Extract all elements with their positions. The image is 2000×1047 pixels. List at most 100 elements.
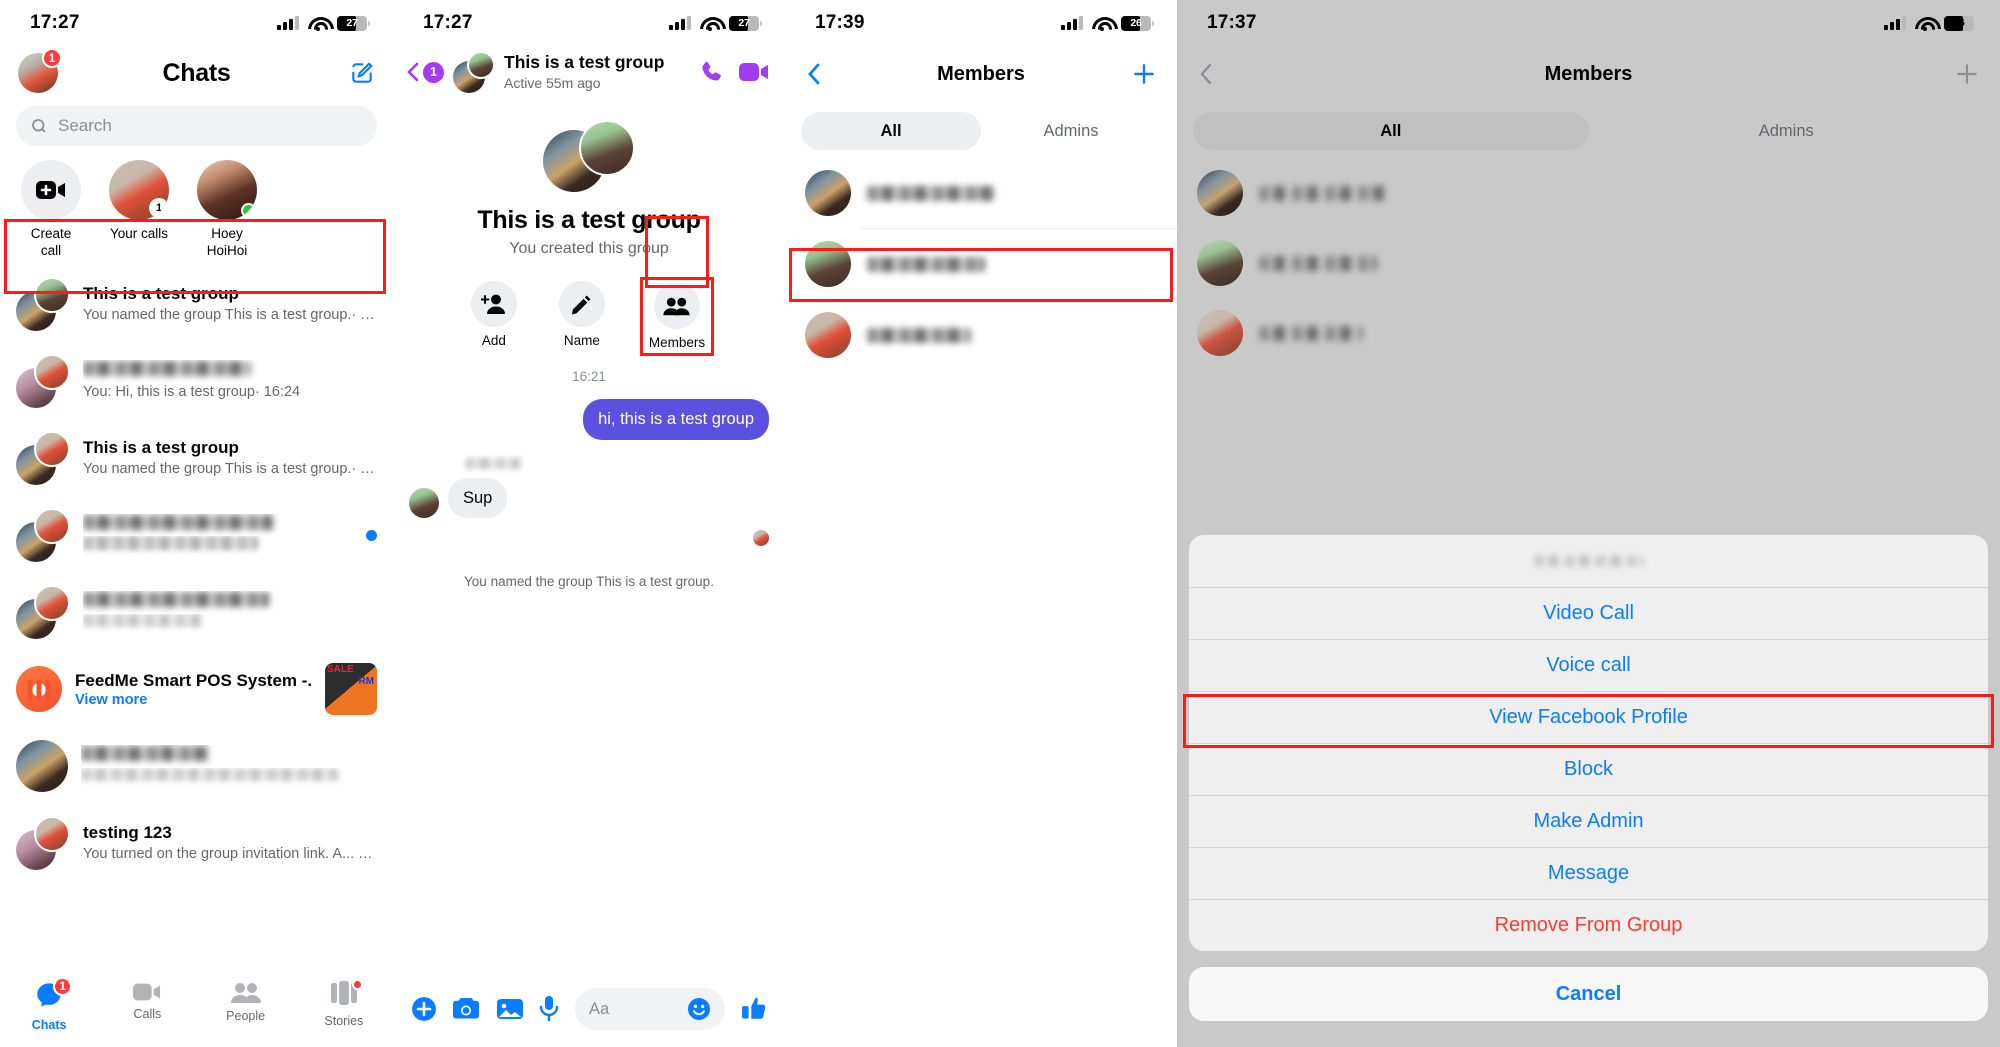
search-placeholder: Search (58, 116, 112, 135)
contact-call-button[interactable]: Hoey HoiHoi (194, 160, 260, 260)
cancel-button[interactable]: Cancel (1189, 967, 1988, 1021)
plus-icon[interactable] (411, 996, 437, 1022)
action-sheet-title-redacted (1189, 535, 1988, 587)
pencil-icon (558, 281, 605, 327)
cellular-signal-icon (1061, 16, 1083, 30)
tab-label: Calls (133, 1007, 162, 1021)
status-time: 17:37 (1207, 12, 1257, 33)
video-camera-icon[interactable] (739, 61, 769, 83)
search-input[interactable]: Search (16, 106, 377, 146)
group-avatar (16, 585, 70, 640)
tab-stories[interactable]: Stories (295, 979, 393, 1028)
sponsored-list-item[interactable]: FeedMe Smart POS System -... Ad View mor… (0, 651, 393, 728)
camera-icon[interactable] (453, 997, 481, 1021)
member-row[interactable] (785, 229, 1177, 299)
unread-indicator (366, 529, 377, 541)
member-row[interactable] (1177, 158, 2000, 228)
list-item[interactable] (0, 497, 393, 574)
group-avatar[interactable] (453, 51, 495, 93)
microphone-icon[interactable] (539, 996, 559, 1022)
action-make-admin[interactable]: Make Admin (1189, 795, 1988, 847)
wifi-icon (1092, 16, 1112, 31)
panel-thread: 17:27 27 1 This is a test group Active 5… (393, 0, 785, 1047)
action-message[interactable]: Message (1189, 847, 1988, 899)
add-member-button[interactable]: Add (464, 277, 524, 356)
status-time: 17:39 (815, 12, 865, 33)
members-button[interactable]: Members (639, 277, 715, 356)
battery-icon: 26 (1121, 15, 1154, 31)
add-person-icon (470, 281, 517, 327)
search-icon (32, 119, 46, 133)
message-bubble[interactable]: hi, this is a test group (583, 399, 769, 440)
list-item[interactable]: You: Hi, this is a test group· 16:24 (0, 343, 393, 420)
tab-admins[interactable]: Admins (1589, 112, 1985, 150)
avatar (409, 488, 439, 519)
sender-name-redacted (393, 456, 785, 474)
tab-all[interactable]: All (801, 112, 981, 150)
seen-receipt (393, 530, 785, 547)
thread-preview: You named the group This is a test group… (83, 306, 377, 323)
action-voice-call[interactable]: Voice call (1189, 639, 1988, 691)
message-row-incoming: Sup (393, 477, 785, 519)
status-bar-action-sheet: 17:37 26 (1177, 0, 2000, 46)
chevron-left-icon (407, 62, 419, 82)
create-call-button[interactable]: Create call (18, 160, 84, 260)
action-remove-from-group[interactable]: Remove From Group (1189, 899, 1988, 951)
view-more-link[interactable]: View more (75, 692, 312, 708)
member-name-redacted (867, 256, 985, 272)
group-avatar (16, 354, 70, 409)
list-item[interactable]: This is a test group You named the group… (0, 420, 393, 497)
photo-icon[interactable] (497, 997, 523, 1021)
group-avatar-large[interactable] (543, 120, 635, 192)
people-icon (230, 983, 261, 1003)
avatar (34, 431, 70, 468)
action-view-facebook-profile[interactable]: View Facebook Profile (1189, 691, 1988, 743)
member-row[interactable] (785, 300, 1177, 370)
emoji-smiley-icon[interactable] (687, 997, 711, 1021)
message-bubble[interactable]: Sup (448, 477, 508, 519)
action-label: Add (481, 333, 506, 348)
stories-dot-badge (351, 979, 363, 990)
action-block[interactable]: Block (1189, 743, 1988, 795)
pencil-glyph (572, 294, 591, 314)
list-item[interactable]: testing 123 You turned on the group invi… (0, 805, 393, 882)
avatar (1197, 310, 1243, 356)
tab-people[interactable]: People (197, 981, 295, 1023)
ad-thumbnail[interactable] (325, 663, 377, 716)
thread-preview: You turned on the group invitation link.… (83, 845, 377, 862)
list-item[interactable] (0, 574, 393, 651)
member-row[interactable] (1177, 228, 2000, 298)
member-row[interactable] (1177, 298, 2000, 368)
group-avatar (16, 816, 70, 871)
tab-admins[interactable]: Admins (981, 112, 1161, 150)
battery-level: 26 (1130, 17, 1142, 29)
thread-title: This is a test group (504, 51, 665, 72)
chats-header: 1 Chats (0, 46, 393, 104)
back-button[interactable]: 1 (405, 60, 444, 84)
phone-icon[interactable] (698, 59, 725, 86)
member-name-redacted (1259, 255, 1377, 271)
rename-group-button[interactable]: Name (552, 277, 612, 356)
thumbs-up-icon[interactable] (741, 996, 767, 1022)
cellular-signal-icon (669, 16, 691, 30)
tab-all[interactable]: All (1193, 112, 1589, 150)
cellular-signal-icon (277, 16, 299, 30)
avatar (197, 160, 257, 220)
member-row[interactable] (785, 158, 1177, 228)
message-input[interactable]: Aa (575, 988, 725, 1030)
cellular-signal-icon (1884, 16, 1906, 30)
tab-chats[interactable]: 1 Chats (0, 977, 98, 1032)
tab-calls[interactable]: Calls (98, 981, 196, 1021)
thread-active-status: Active 55m ago (504, 74, 601, 91)
people-icon (653, 283, 700, 329)
avatar (34, 277, 70, 314)
group-hero: This is a test group You created this gr… (393, 104, 785, 384)
members-header: Members (785, 46, 1177, 102)
thread-title-block[interactable]: This is a test group Active 55m ago (504, 52, 689, 92)
list-item[interactable]: This is a test group You named the group… (0, 266, 393, 343)
action-video-call[interactable]: Video Call (1189, 587, 1988, 639)
thread-preview-redacted (83, 536, 353, 557)
list-item[interactable] (0, 728, 393, 805)
group-avatar (16, 431, 70, 486)
your-calls-button[interactable]: 1 Your calls (106, 160, 172, 260)
